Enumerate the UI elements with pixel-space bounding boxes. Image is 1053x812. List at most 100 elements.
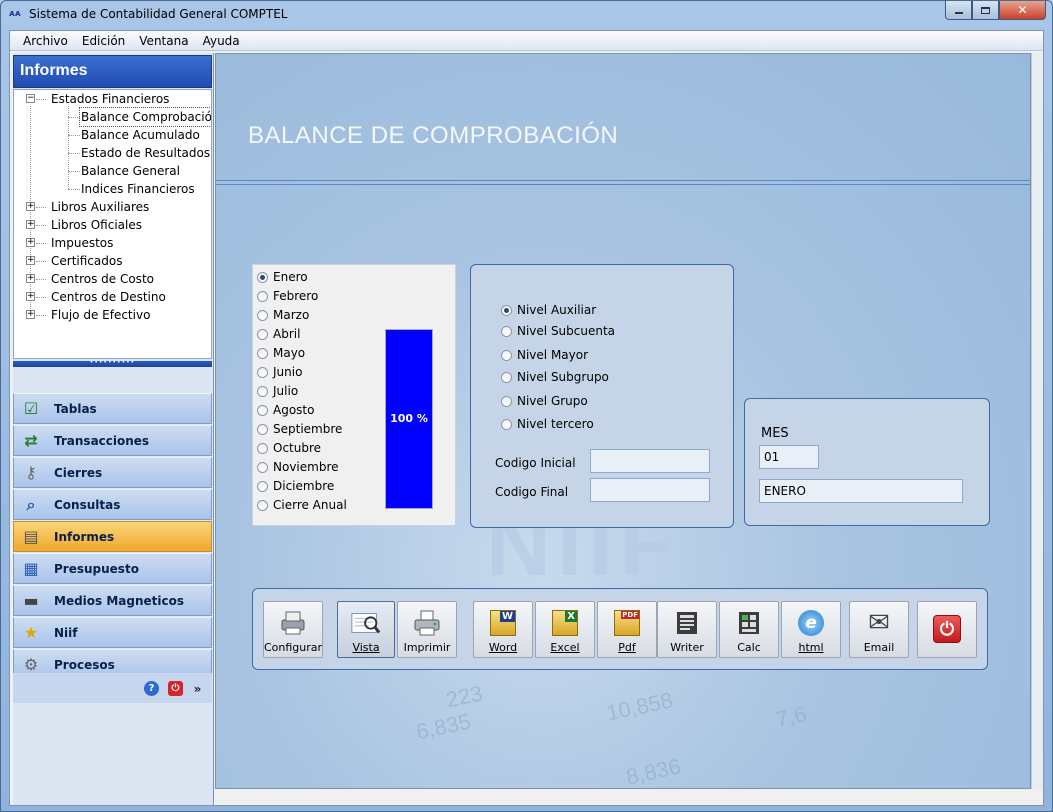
print-preview-icon (350, 608, 382, 638)
writer-button[interactable]: Writer (657, 601, 717, 658)
word-button[interactable]: W Word (473, 601, 533, 658)
month-radio[interactable]: Diciembre (257, 477, 334, 495)
month-radio[interactable]: Junio (257, 363, 302, 381)
close-icon: ✕ (1017, 3, 1028, 17)
tree-node-libros-auxiliares[interactable]: Libros Auxiliares (51, 198, 149, 216)
codigo-final-input[interactable] (590, 478, 710, 502)
main-window: ᴀᴀ Sistema de Contabilidad General COMPT… (0, 0, 1053, 812)
tree-line (36, 261, 46, 262)
calc-button[interactable]: Calc (719, 601, 779, 658)
checklist-icon: ☑ (23, 399, 39, 418)
tree-node-balance-comprobacion[interactable]: Balance Comprobación (79, 107, 211, 127)
month-radio[interactable]: Mayo (257, 344, 305, 362)
drive-icon: ▬ (23, 591, 39, 610)
tree-node-impuestos[interactable]: Impuestos (51, 234, 113, 252)
tree-node-balance-general[interactable]: Balance General (81, 162, 180, 180)
expand-icon[interactable]: + (26, 220, 35, 229)
nav-transacciones[interactable]: ⇄ Transacciones (13, 425, 212, 456)
level-radio[interactable]: Nivel Subgrupo (501, 368, 609, 386)
expand-icon[interactable]: + (26, 256, 35, 265)
nav-niif[interactable]: ★ Niif (13, 617, 212, 648)
menu-ayuda[interactable]: Ayuda (196, 34, 247, 48)
level-label: Nivel Mayor (517, 348, 589, 362)
month-label: Octubre (273, 441, 322, 455)
month-radio[interactable]: Septiembre (257, 420, 342, 438)
minimize-button[interactable] (945, 1, 972, 20)
codigo-inicial-input[interactable] (590, 449, 710, 473)
month-radio[interactable]: Julio (257, 382, 298, 400)
radio-icon (501, 371, 512, 383)
expand-icon[interactable]: + (26, 202, 35, 211)
month-radio[interactable]: Abril (257, 325, 300, 343)
menu-archivo[interactable]: Archivo (16, 34, 75, 48)
expand-icon[interactable]: + (26, 310, 35, 319)
tree-node-estados-financieros[interactable]: Estados Financieros (51, 90, 169, 108)
vertical-scrollbar[interactable] (1031, 53, 1043, 789)
month-radio[interactable]: Agosto (257, 401, 314, 419)
pdf-glyph: PDF (621, 611, 639, 619)
tree-node-centros-destino[interactable]: Centros de Destino (51, 288, 166, 306)
collapse-icon[interactable]: − (26, 94, 35, 103)
title-bar[interactable]: ᴀᴀ Sistema de Contabilidad General COMPT… (1, 1, 1052, 29)
nav-consultas[interactable]: ⌕ Consultas (13, 489, 212, 520)
email-button[interactable]: ✉ Email (849, 601, 909, 658)
menu-ventana[interactable]: Ventana (132, 34, 195, 48)
menu-edicion[interactable]: Edición (75, 34, 132, 48)
close-button[interactable]: ✕ (999, 1, 1046, 20)
tree-line (68, 189, 80, 190)
nav-presupuesto[interactable]: ▦ Presupuesto (13, 553, 212, 584)
expand-icon[interactable]: + (26, 292, 35, 301)
month-radio[interactable]: Marzo (257, 306, 309, 324)
button-label: Calc (737, 641, 761, 654)
expand-icon[interactable]: + (26, 274, 35, 283)
tree-node-estado-resultados[interactable]: Estado de Resultados (81, 144, 210, 162)
report-area: 223 10,858 6,835 8,836 7,6 NIIF BALANCE … (215, 53, 1031, 789)
level-radio[interactable]: Nivel Subcuenta (501, 322, 615, 340)
tree-node-balance-acumulado[interactable]: Balance Acumulado (81, 126, 200, 144)
tree-node-centros-costo[interactable]: Centros de Costo (51, 270, 154, 288)
month-radio[interactable]: Enero (257, 268, 308, 286)
maximize-button[interactable] (972, 1, 999, 20)
configurar-button[interactable]: Configurar (263, 601, 323, 658)
month-label: Marzo (273, 308, 310, 322)
level-radio[interactable]: Nivel Mayor (501, 346, 588, 364)
month-radio[interactable]: Noviembre (257, 458, 339, 476)
help-icon[interactable]: ? (144, 681, 159, 696)
expand-icon[interactable]: » (190, 681, 205, 696)
level-radio[interactable]: Nivel Auxiliar (501, 301, 596, 319)
mes-number-field[interactable]: 01 (759, 445, 819, 469)
imprimir-button[interactable]: Imprimir (397, 601, 457, 658)
month-radio[interactable]: Cierre Anual (257, 496, 347, 514)
pdf-button[interactable]: PDF Pdf (597, 601, 657, 658)
level-label: Nivel Subcuenta (517, 324, 616, 338)
level-radio[interactable]: Nivel Grupo (501, 392, 588, 410)
salir-button[interactable]: ⏻ (917, 601, 977, 658)
nav-cierres[interactable]: ⚷ Cierres (13, 457, 212, 488)
level-label: Nivel Grupo (517, 394, 588, 408)
nav-tablas[interactable]: ☑ Tablas (13, 393, 212, 424)
progress-bar: 100 % (385, 329, 433, 509)
page-title: BALANCE DE COMPROBACIÓN (248, 122, 619, 149)
month-label: Junio (273, 365, 303, 379)
tree-node-flujo-efectivo[interactable]: Flujo de Efectivo (51, 306, 150, 324)
tree-line (68, 117, 80, 118)
tree-node-certificados[interactable]: Certificados (51, 252, 122, 270)
excel-button[interactable]: X Excel (535, 601, 595, 658)
nav-medios-magneticos[interactable]: ▬ Medios Magneticos (13, 585, 212, 616)
level-radio[interactable]: Nivel tercero (501, 415, 594, 433)
nav-informes[interactable]: ▤ Informes (13, 521, 212, 552)
html-button[interactable]: e html (781, 601, 841, 658)
tree-node-libros-oficiales[interactable]: Libros Oficiales (51, 216, 142, 234)
month-label: Enero (273, 270, 308, 284)
mes-name-field[interactable]: ENERO (759, 479, 963, 503)
panel-splitter[interactable]: •••••••••• (13, 360, 212, 367)
radio-icon (257, 404, 268, 416)
month-radio[interactable]: Febrero (257, 287, 318, 305)
expand-icon[interactable]: + (26, 238, 35, 247)
vista-button[interactable]: Vista (337, 601, 395, 658)
power-icon[interactable]: ⏻ (168, 681, 183, 696)
tree-line (36, 99, 46, 100)
tree-node-indices-financieros[interactable]: Indices Financieros (81, 180, 195, 198)
report-tree[interactable]: − Estados Financieros Balance Comprobaci… (13, 89, 212, 359)
month-radio[interactable]: Octubre (257, 439, 321, 457)
